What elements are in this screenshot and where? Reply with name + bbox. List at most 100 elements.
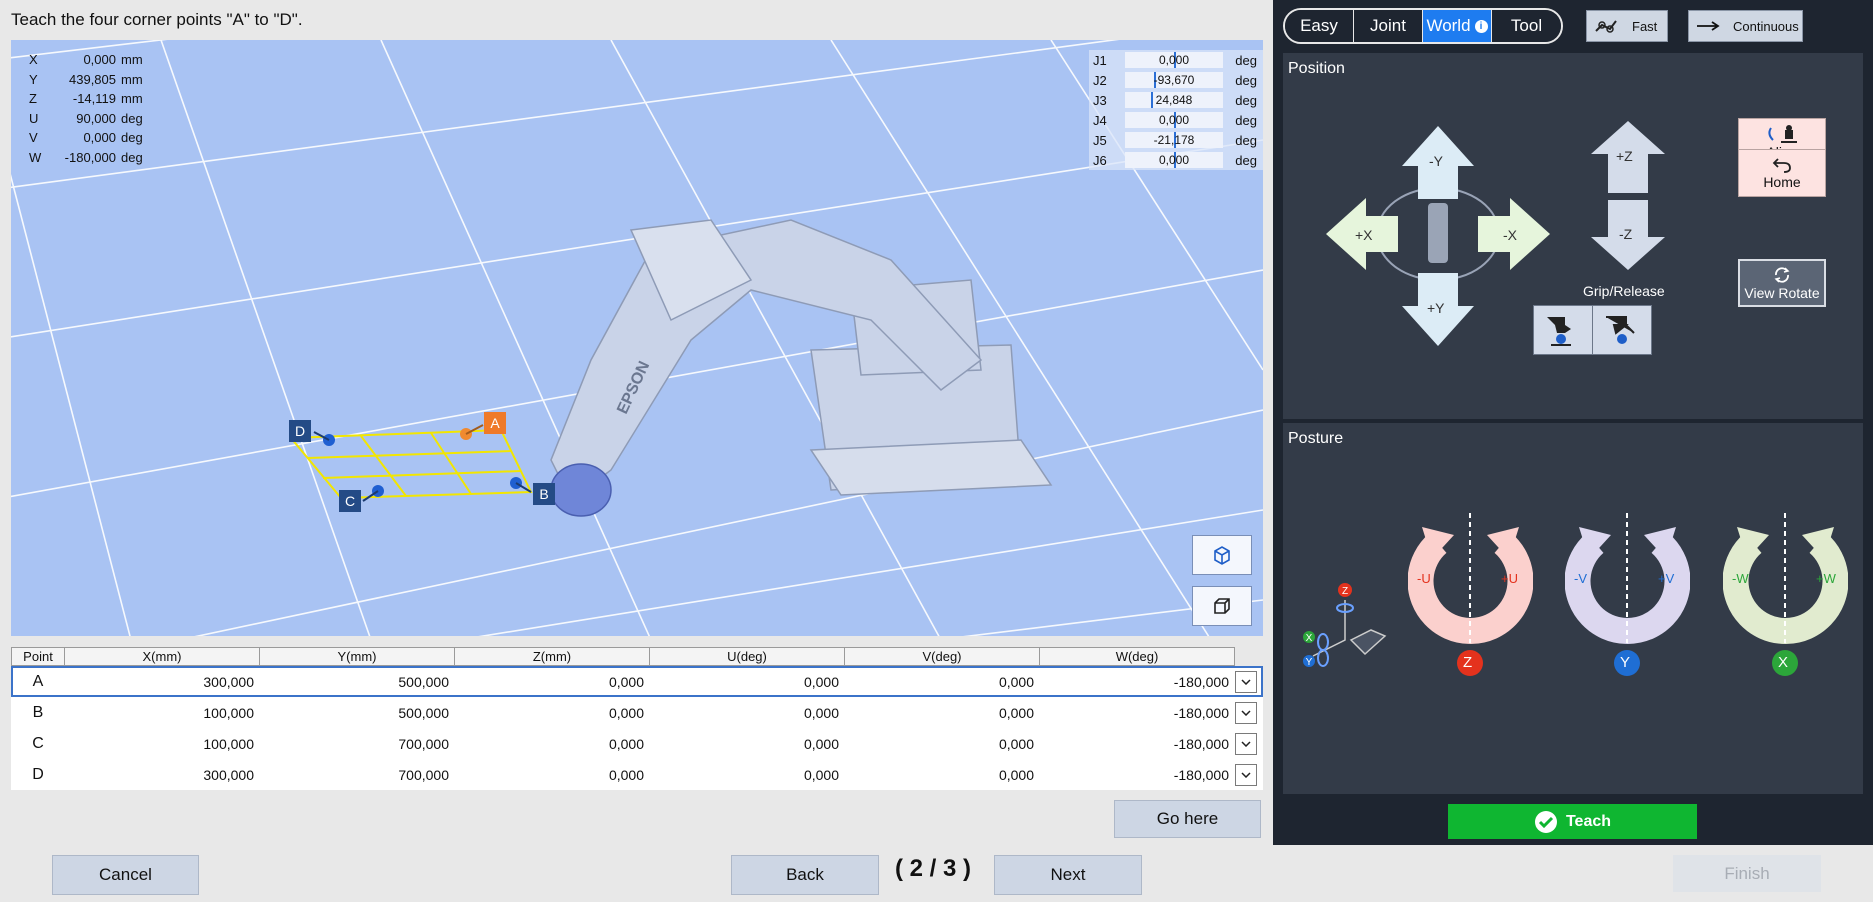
joint-name: J1 <box>1093 52 1107 68</box>
tab-easy[interactable]: Easy <box>1285 10 1354 42</box>
coord-value: 439,805 <box>69 71 116 87</box>
joint-name: J3 <box>1093 92 1107 108</box>
corner-markers: D A C B <box>289 412 555 512</box>
next-button[interactable]: Next <box>994 855 1142 895</box>
svg-text:C: C <box>345 493 355 509</box>
joint-value-text: 0,000 <box>1158 113 1190 127</box>
rotate-icon <box>1774 267 1790 283</box>
table-row[interactable]: D 300,000 700,000 0,000 0,000 0,000 -180,000 <box>11 759 1263 790</box>
arrow-right-icon <box>1697 21 1720 31</box>
coord-unit: mm <box>121 71 143 87</box>
home-button[interactable]: Home <box>1738 149 1826 197</box>
column-header: X(mm) <box>65 647 260 666</box>
jog-mode-tabs: Easy Joint World i Tool <box>1283 8 1563 44</box>
joint-unit: deg <box>1235 132 1257 148</box>
grip-button[interactable] <box>1533 305 1593 355</box>
coord-value: 90,000 <box>76 110 116 126</box>
rotate-minus-label[interactable]: -V <box>1574 571 1587 586</box>
rotate-plus-label[interactable]: +W <box>1816 571 1836 586</box>
value-cell: -180,000 <box>1173 735 1229 752</box>
joint-name: J4 <box>1093 112 1107 128</box>
rotate-plus-label[interactable]: +V <box>1658 571 1674 586</box>
value-cell: 0,000 <box>803 766 839 783</box>
page-indicator: ( 2 / 3 ) <box>895 855 972 882</box>
svg-text:B: B <box>539 486 548 502</box>
axis-badge: Z <box>1463 654 1473 671</box>
row-dropdown-button[interactable] <box>1235 701 1257 724</box>
cancel-button[interactable]: Cancel <box>52 855 199 895</box>
tab-tool[interactable]: Tool <box>1492 10 1561 42</box>
value-cell: 300,000 <box>203 766 254 783</box>
joint-row: J3 24,848 deg <box>1089 90 1263 110</box>
chevron-down-icon <box>1241 678 1251 685</box>
table-row[interactable]: B 100,000 500,000 0,000 0,000 0,000 -180,000 <box>11 697 1263 728</box>
column-header: U(deg) <box>650 647 845 666</box>
coord-value: -180,000 <box>64 149 116 165</box>
coord-value: 0,000 <box>83 130 116 145</box>
svg-text:Y: Y <box>1306 657 1313 668</box>
go-here-button[interactable]: Go here <box>1114 800 1261 838</box>
teach-button[interactable]: Teach <box>1448 804 1697 839</box>
tab-joint[interactable]: Joint <box>1354 10 1423 42</box>
value-cell: 0,000 <box>998 673 1034 690</box>
value-cell: -180,000 <box>1173 704 1229 721</box>
robot-3d-viewport[interactable]: EPSON D A C B X 0,000 mm Y 439,805 mm Z … <box>11 40 1263 636</box>
joint-value: -21,178 <box>1125 132 1223 148</box>
tab-world[interactable]: World i <box>1423 10 1492 42</box>
column-header: V(deg) <box>845 647 1040 666</box>
info-icon[interactable]: i <box>1474 19 1488 33</box>
value-cell: 0,000 <box>998 735 1034 752</box>
column-header: Z(mm) <box>455 647 650 666</box>
axis-badge: X <box>1778 654 1789 671</box>
back-button[interactable]: Back <box>731 855 879 895</box>
chevron-down-icon <box>1241 771 1251 778</box>
world-coordinates-readout: X 0,000 mm Y 439,805 mm Z -14,119 mm U 90,000 deg V 0… <box>19 50 143 167</box>
row-dropdown-button[interactable] <box>1235 763 1257 786</box>
column-header: Y(mm) <box>260 647 455 666</box>
value-cell: 100,000 <box>203 704 254 721</box>
joint-value-text: -93,670 <box>1153 73 1195 87</box>
check-circle-icon <box>1534 810 1557 833</box>
joint-unit: deg <box>1235 72 1257 88</box>
joint-value-text: 0,000 <box>1158 53 1190 67</box>
posture-ring-y[interactable]: -V +V Y <box>1564 513 1691 683</box>
joint-value: -93,670 <box>1125 72 1223 88</box>
coord-value: -14,119 <box>72 91 116 106</box>
value-cell: 0,000 <box>998 704 1034 721</box>
joint-value: 24,848 <box>1125 92 1223 108</box>
posture-ring-z[interactable]: -U +U Z <box>1407 513 1534 683</box>
svg-text:Z: Z <box>1342 586 1348 597</box>
chevron-down-icon <box>1241 740 1251 747</box>
rotate-minus-label[interactable]: -U <box>1417 571 1431 586</box>
value-cell: 500,000 <box>398 673 449 690</box>
posture-ring-x[interactable]: -W +W X <box>1722 513 1849 683</box>
motion-mode-button[interactable]: Continuous <box>1688 10 1803 42</box>
coord-axis: Y <box>29 71 38 87</box>
finish-button[interactable]: Finish <box>1673 855 1821 892</box>
point-name-cell: C <box>32 734 44 752</box>
minus-x-label: -X <box>1503 227 1517 243</box>
value-cell: 0,000 <box>608 735 644 752</box>
view-front-button[interactable] <box>1192 586 1252 626</box>
row-dropdown-button[interactable] <box>1235 670 1257 693</box>
joint-row: J6 0,000 deg <box>1089 150 1263 170</box>
value-cell: 0,000 <box>608 704 644 721</box>
joint-row: J2 -93,670 deg <box>1089 70 1263 90</box>
view-rotate-button[interactable]: View Rotate <box>1738 259 1826 307</box>
table-row[interactable]: C 100,000 700,000 0,000 0,000 0,000 -180,000 <box>11 728 1263 759</box>
rotate-minus-label[interactable]: -W <box>1732 571 1749 586</box>
value-cell: 0,000 <box>803 704 839 721</box>
coord-axis: U <box>29 110 39 126</box>
coord-row: Z -14,119 mm <box>19 89 143 109</box>
release-button[interactable] <box>1592 305 1652 355</box>
row-dropdown-button[interactable] <box>1235 732 1257 755</box>
joint-value-text: 24,848 <box>1155 93 1193 107</box>
chevron-down-icon <box>1241 709 1251 716</box>
view-rotate-label: View Rotate <box>1744 285 1820 301</box>
table-row[interactable]: A 300,000 500,000 0,000 0,000 0,000 -180,000 <box>11 666 1263 697</box>
coord-row: U 90,000 deg <box>19 109 143 129</box>
rotate-plus-label[interactable]: +U <box>1501 571 1518 586</box>
speed-button[interactable]: Fast <box>1586 10 1668 42</box>
table-header: Point X(mm) Y(mm) Z(mm) U(deg) V(deg) W(deg) <box>11 647 1263 666</box>
view-iso-button[interactable] <box>1192 535 1252 575</box>
